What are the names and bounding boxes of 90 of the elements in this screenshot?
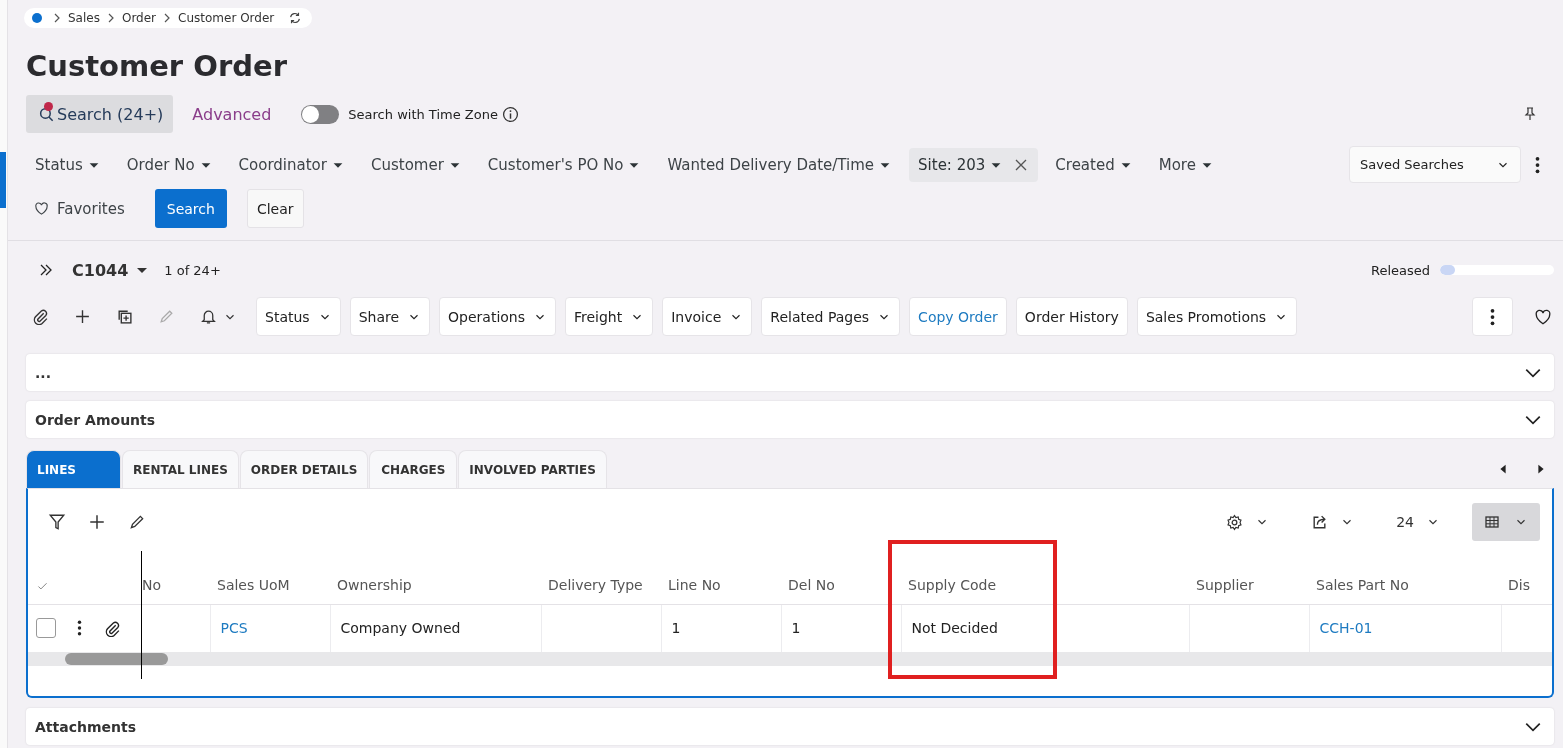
column-header: Dis: [1508, 576, 1530, 593]
column-header: Delivery Type: [548, 576, 643, 593]
table-cell: 1: [671, 620, 681, 636]
status-label: Released: [1370, 262, 1430, 278]
table-cell: Not Decided: [911, 620, 998, 636]
column-header: Supplier: [1196, 576, 1254, 593]
section-header[interactable]: Order Amounts: [26, 401, 1554, 438]
breadcrumb-link[interactable]: Order: [121, 11, 157, 25]
page-size-dropdown[interactable]: 24: [1386, 503, 1450, 541]
heart-icon[interactable]: [1534, 307, 1552, 326]
filter-icon[interactable]: [48, 513, 66, 531]
row-checkbox[interactable]: [36, 618, 56, 638]
filter-dropdown[interactable]: Site: 203: [909, 147, 1039, 182]
tab[interactable]: INVOLVED PARTIES: [458, 450, 607, 488]
record-position: 1 of 24+: [164, 262, 221, 278]
paperclip-icon[interactable]: [32, 308, 49, 325]
plus-icon[interactable]: [88, 513, 106, 531]
table-cell: 1: [791, 620, 801, 636]
action-button[interactable]: Status: [256, 297, 341, 336]
column-header: Del No: [788, 576, 835, 593]
saved-searches-dropdown[interactable]: Saved Searches: [1349, 146, 1521, 183]
view-toggle-button[interactable]: [1472, 503, 1540, 541]
search-button[interactable]: Search (24+): [26, 95, 174, 133]
advanced-link[interactable]: Advanced: [192, 104, 272, 124]
breadcrumb-link[interactable]: Sales: [68, 11, 100, 25]
table-icon: [1484, 514, 1500, 530]
chevron-right-icon: [164, 13, 171, 23]
toggle-switch[interactable]: [301, 104, 340, 124]
column-header: Line No: [668, 576, 721, 593]
notification-dot: [44, 101, 53, 111]
table-link[interactable]: CCH-01: [1319, 620, 1373, 636]
bell-icon[interactable]: [200, 308, 217, 325]
column-header: Supply Code: [908, 576, 996, 593]
section-title: Order Amounts: [35, 411, 156, 428]
tab[interactable]: RENTAL LINES: [122, 450, 239, 488]
filter-dropdown[interactable]: Customer's PO No: [478, 147, 651, 182]
filter-dropdown[interactable]: Order No: [117, 147, 222, 182]
duplicate-icon[interactable]: [116, 308, 133, 325]
breadcrumb-link[interactable]: Customer Order: [178, 11, 275, 25]
column-header: Sales Part No: [1316, 576, 1409, 593]
action-button[interactable]: Order History: [1015, 297, 1128, 336]
section-title: Attachments: [35, 718, 136, 735]
chevron-right-icon: [107, 13, 114, 23]
section-title: ...: [35, 364, 51, 381]
page-title: Customer Order: [26, 48, 288, 84]
favorites-button[interactable]: Favorites: [26, 199, 133, 218]
table-link[interactable]: PCS: [220, 620, 248, 636]
column-header: No: [142, 576, 162, 593]
search-submit-button[interactable]: Search: [154, 189, 227, 228]
plus-icon[interactable]: [74, 308, 91, 325]
more-icon[interactable]: [1535, 155, 1540, 174]
section-header[interactable]: Attachments: [26, 708, 1554, 745]
filter-dropdown[interactable]: Wanted Delivery Date/Time: [658, 147, 902, 182]
pencil-icon[interactable]: [128, 513, 146, 531]
pin-icon[interactable]: [1522, 106, 1538, 122]
record-selector[interactable]: C1044: [72, 260, 151, 280]
column-header: Ownership: [337, 576, 412, 593]
home-icon[interactable]: [32, 13, 42, 23]
search-icon: [38, 105, 55, 123]
action-button[interactable]: Freight: [565, 297, 654, 336]
filter-dropdown[interactable]: Created: [1046, 147, 1142, 182]
filter-dropdown[interactable]: Coordinator: [229, 147, 354, 182]
tab[interactable]: LINES: [26, 450, 121, 488]
chevron-right-icon: [54, 13, 60, 23]
heart-icon: [34, 201, 49, 216]
refresh-icon[interactable]: [288, 11, 303, 25]
toggle-label: Search with Time Zone: [348, 106, 498, 122]
gear-icon: [1226, 513, 1244, 531]
filter-dropdown[interactable]: Status: [26, 147, 110, 182]
info-icon: [501, 105, 519, 123]
tab[interactable]: ORDER DETAILS: [239, 450, 369, 488]
clear-button[interactable]: Clear: [246, 189, 304, 228]
paperclip-icon[interactable]: [104, 619, 121, 637]
action-button[interactable]: Operations: [439, 297, 556, 336]
tab[interactable]: CHARGES: [369, 450, 458, 488]
section-header[interactable]: ...: [26, 354, 1554, 391]
table-cell: Company Owned: [340, 620, 461, 636]
action-button[interactable]: Invoice: [662, 297, 753, 336]
copy-order-link[interactable]: Copy Order: [909, 297, 1007, 336]
column-header: Sales UoM: [217, 576, 290, 593]
scrollbar-thumb[interactable]: [65, 652, 168, 665]
action-button[interactable]: Share: [349, 297, 431, 336]
action-button[interactable]: Related Pages: [761, 297, 901, 336]
more-icon: [1490, 307, 1495, 326]
filter-dropdown[interactable]: More: [1149, 147, 1223, 182]
export-icon: [1311, 513, 1329, 531]
double-chevron-icon[interactable]: [38, 262, 54, 278]
action-button[interactable]: Sales Promotions: [1136, 297, 1298, 336]
filter-dropdown[interactable]: Customer: [361, 147, 471, 182]
more-icon[interactable]: [77, 620, 82, 636]
